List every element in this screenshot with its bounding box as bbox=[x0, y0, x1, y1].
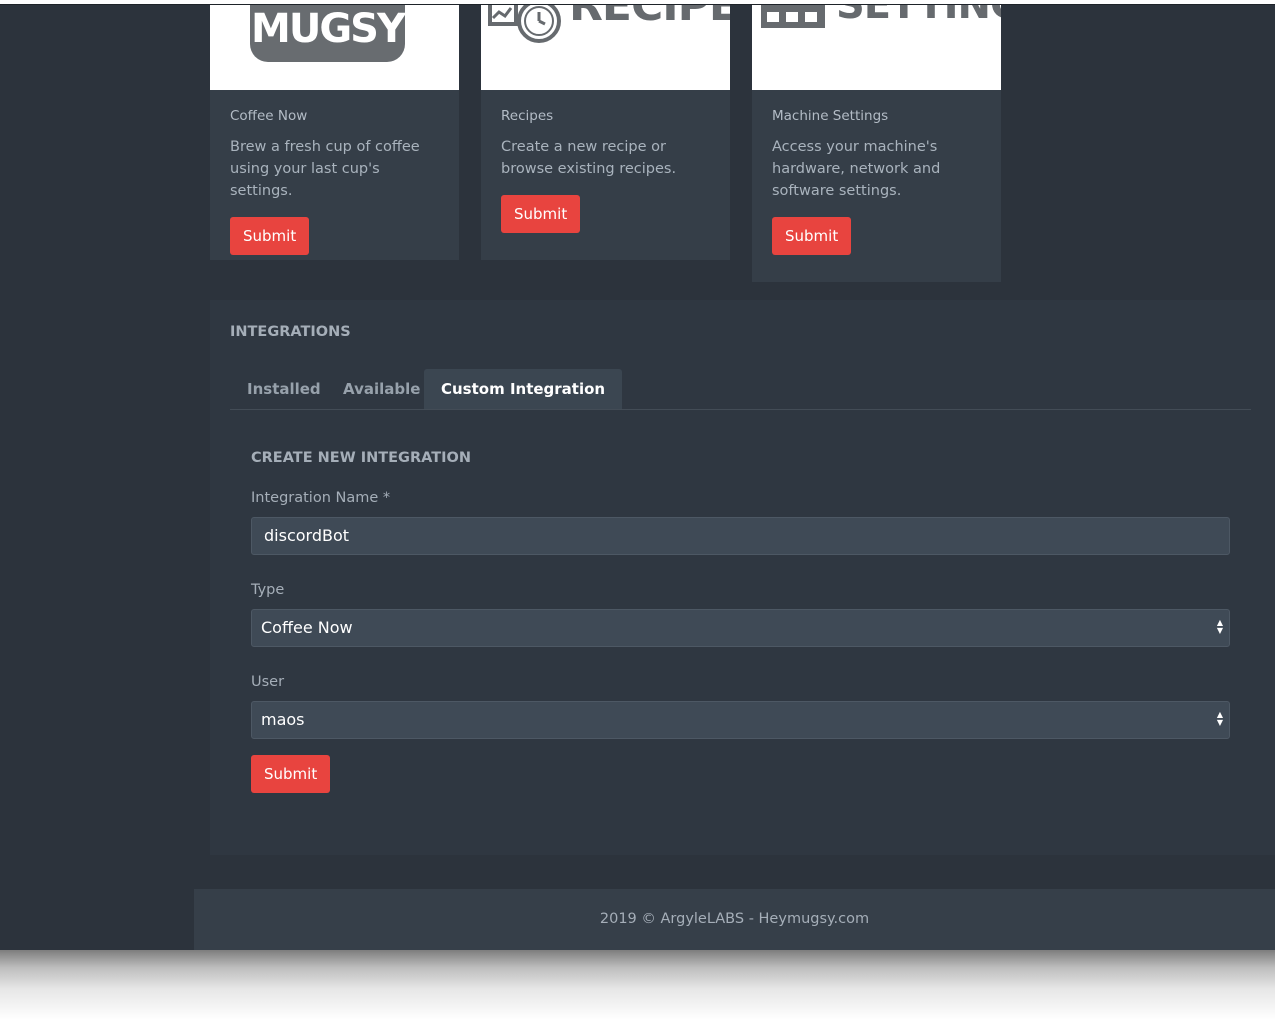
form-title: CREATE NEW INTEGRATION bbox=[251, 450, 471, 466]
settings-logo-text: SETTINGS bbox=[836, 4, 1001, 28]
settings-logo-image: SETTINGS bbox=[752, 4, 1001, 90]
card-title: Coffee Now bbox=[230, 108, 308, 124]
footer-text: 2019 © ArgyleLABS - Heymugsy.com bbox=[599, 911, 870, 927]
card-coffee-now: MUGSY Coffee Now Brew a fresh cup of cof… bbox=[210, 5, 459, 260]
tab-installed[interactable]: Installed bbox=[247, 369, 321, 409]
type-select[interactable]: Coffee Now ▲ ▼ bbox=[251, 609, 1230, 647]
type-select-value: Coffee Now bbox=[261, 618, 353, 637]
integrations-title: INTEGRATIONS bbox=[230, 324, 351, 340]
mugsy-logo-image: MUGSY bbox=[210, 5, 459, 90]
recipes-submit-button[interactable]: Submit bbox=[501, 195, 581, 233]
user-label: User bbox=[251, 674, 285, 690]
card-text: Access your machine's hardware, network … bbox=[772, 139, 941, 199]
integration-name-input[interactable]: discordBot bbox=[251, 517, 1230, 555]
select-arrows-icon: ▲ ▼ bbox=[1216, 618, 1224, 635]
footer: 2019 © ArgyleLABS - Heymugsy.com bbox=[194, 889, 1275, 950]
type-label: Type bbox=[251, 582, 285, 598]
card-machine-settings: SETTINGS Machine Settings Access your ma… bbox=[752, 4, 1001, 282]
card-recipes: RECIPES Recipes Create a new recipe or b… bbox=[481, 4, 730, 260]
user-select-value: maos bbox=[261, 710, 305, 729]
integration-name-label: Integration Name * bbox=[251, 490, 391, 506]
machine-settings-submit-button[interactable]: Submit bbox=[772, 217, 852, 255]
mugsy-logo: MUGSY bbox=[250, 5, 406, 62]
card-title: Machine Settings bbox=[772, 108, 889, 124]
user-select[interactable]: maos ▲ ▼ bbox=[251, 701, 1230, 739]
app-window: MUGSY Coffee Now Brew a fresh cup of cof… bbox=[0, 4, 1275, 950]
card-title: Recipes bbox=[501, 108, 554, 124]
select-arrows-icon: ▲ ▼ bbox=[1216, 710, 1224, 727]
integrations-panel: INTEGRATIONS Installed Available Custom … bbox=[210, 300, 1275, 855]
create-integration-form: CREATE NEW INTEGRATION Integration Name … bbox=[251, 450, 1230, 793]
mugsy-logo-text: MUGSY bbox=[251, 6, 406, 52]
recipes-logo-text: RECIPES bbox=[569, 4, 730, 31]
window-shadow bbox=[0, 950, 1275, 1020]
tab-available[interactable]: Available bbox=[343, 369, 420, 409]
coffee-now-submit-button[interactable]: Submit bbox=[230, 217, 310, 255]
card-text: Brew a fresh cup of coffee using your la… bbox=[230, 139, 420, 199]
create-integration-submit-button[interactable]: Submit bbox=[251, 755, 331, 793]
recipes-logo-image: RECIPES bbox=[481, 4, 730, 90]
integrations-tabs: Installed Available Custom Integration bbox=[230, 369, 1251, 410]
card-text: Create a new recipe or browse existing r… bbox=[501, 139, 677, 177]
tab-custom-integration[interactable]: Custom Integration bbox=[424, 369, 623, 409]
